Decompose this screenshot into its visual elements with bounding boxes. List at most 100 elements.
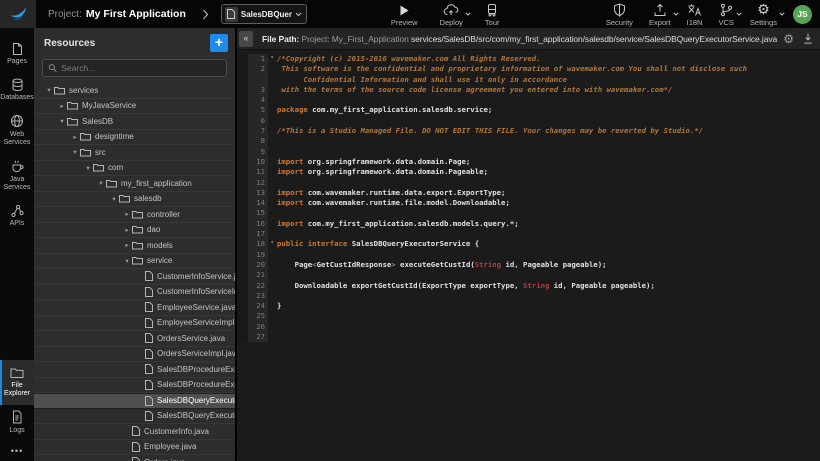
user-avatar[interactable]: JS	[793, 5, 812, 24]
code-line[interactable]: 26	[237, 322, 820, 332]
open-file-selector[interactable]: SalesDBQueryExec...	[221, 4, 307, 24]
tree-item[interactable]: SalesDBProcedureExecutorServiceImpl.java	[34, 378, 235, 394]
deploy-button[interactable]: Deploy	[440, 2, 463, 27]
settings-button[interactable]: ⚙ Settings	[750, 2, 777, 27]
code-line[interactable]: 1▾/*Copyright (c) 2015-2016 wavemaker.co…	[237, 54, 820, 64]
tree-item[interactable]: ▾services	[34, 83, 235, 99]
caret-down-icon[interactable]: ▾	[83, 164, 93, 172]
code-editor[interactable]: 1▾/*Copyright (c) 2015-2016 wavemaker.co…	[237, 50, 820, 461]
code-line[interactable]: 11import org.springframework.data.domain…	[237, 167, 820, 177]
caret-down-icon[interactable]: ▾	[96, 179, 106, 187]
code-line[interactable]: 2 This software is the confidential and …	[237, 64, 820, 74]
tree-item[interactable]: CustomerInfoService.java	[34, 269, 235, 285]
code-line[interactable]: 25	[237, 311, 820, 321]
resources-search[interactable]	[42, 59, 227, 77]
git-branch-icon	[719, 2, 733, 17]
code-line[interactable]: 15	[237, 208, 820, 218]
caret-right-icon[interactable]: ▸	[57, 102, 67, 110]
code-line[interactable]: 8	[237, 136, 820, 146]
code-line[interactable]: 27	[237, 332, 820, 342]
code-line[interactable]: 5package com.my_first_application.salesd…	[237, 105, 820, 115]
security-button[interactable]: Security	[606, 2, 633, 27]
wavemaker-logo[interactable]	[0, 0, 36, 28]
fold-marker-icon[interactable]: ▾	[270, 238, 274, 248]
tree-item[interactable]: CustomerInfoServiceImpl.java	[34, 285, 235, 301]
caret-down-icon[interactable]: ▾	[70, 148, 80, 156]
search-input[interactable]	[61, 63, 221, 73]
tree-item[interactable]: Employee.java	[34, 440, 235, 456]
code-line[interactable]: 7/*This is a Studio Managed File. DO NOT…	[237, 126, 820, 136]
collapse-panel-button[interactable]: «	[239, 31, 253, 47]
code-line[interactable]: 16import com.my_first_application.salesd…	[237, 219, 820, 229]
code-line[interactable]: 6	[237, 116, 820, 126]
code-line[interactable]: 21	[237, 270, 820, 280]
caret-down-icon[interactable]: ▾	[122, 257, 132, 265]
tree-item[interactable]: ▸models	[34, 238, 235, 254]
tree-item[interactable]: ▸designtime	[34, 130, 235, 146]
more-options-button[interactable]: •••	[0, 441, 34, 461]
add-resource-button[interactable]: +	[210, 34, 228, 52]
tree-item[interactable]: SalesDBQueryExecutorService.java	[34, 393, 235, 409]
code-line[interactable]: 3 with the terms of the source code lice…	[237, 85, 820, 95]
gear-icon[interactable]: ⚙	[783, 32, 794, 46]
sidebar-item-java-services[interactable]: Java Services	[0, 154, 34, 199]
code-line[interactable]: 13import com.wavemaker.runtime.data.expo…	[237, 188, 820, 198]
code-line[interactable]: Confidential Information and shall use i…	[237, 75, 820, 85]
i18n-button[interactable]: I18N	[687, 2, 703, 27]
code-line[interactable]: 19	[237, 250, 820, 260]
sidebar-item-web-services[interactable]: Web Services	[0, 109, 34, 154]
code-text: /*This is a Studio Managed File. DO NOT …	[268, 126, 820, 136]
tree-item[interactable]: CustomerInfo.java	[34, 424, 235, 440]
code-line[interactable]: 9	[237, 147, 820, 157]
gutter-strip	[237, 291, 248, 301]
tree-item[interactable]: SalesDBQueryExecutorServiceImpl.java	[34, 409, 235, 425]
caret-right-icon[interactable]: ▸	[70, 133, 80, 141]
caret-right-icon[interactable]: ▸	[122, 210, 132, 218]
tree-item[interactable]: ▾src	[34, 145, 235, 161]
tree-item[interactable]: ▸MyJavaService	[34, 99, 235, 115]
download-icon[interactable]	[802, 32, 814, 45]
file-path-value: services/SalesDB/src/com/my_first_applic…	[411, 34, 777, 44]
tree-item[interactable]: ▸controller	[34, 207, 235, 223]
tree-item[interactable]: ▾com	[34, 161, 235, 177]
vcs-button[interactable]: VCS	[718, 2, 733, 27]
tree-item[interactable]: OrdersServiceImpl.java	[34, 347, 235, 363]
sidebar-item-pages[interactable]: Pages	[0, 36, 34, 72]
code-line[interactable]: 17	[237, 229, 820, 239]
tree-item[interactable]: Orders.java	[34, 455, 235, 461]
tree-item-label: OrdersServiceImpl.java	[157, 349, 235, 358]
caret-down-icon[interactable]: ▾	[109, 195, 119, 203]
fold-marker-icon[interactable]: ▾	[270, 53, 274, 63]
code-line[interactable]: 18▾public interface SalesDBQueryExecutor…	[237, 239, 820, 249]
tour-button[interactable]: Tour	[485, 2, 500, 27]
tree-item[interactable]: EmployeeServiceImpl.java	[34, 316, 235, 332]
export-button[interactable]: Export	[649, 2, 671, 27]
tree-item[interactable]: ▾service	[34, 254, 235, 270]
code-line[interactable]: 22 Downloadable exportGetCustId(ExportTy…	[237, 281, 820, 291]
code-line[interactable]: 20 Page<GetCustIdResponse> executeGetCus…	[237, 260, 820, 270]
tree-item[interactable]: EmployeeService.java	[34, 300, 235, 316]
code-line[interactable]: 12	[237, 178, 820, 188]
sidebar-item-logs[interactable]: Logs	[0, 405, 34, 441]
line-number: 17	[248, 229, 268, 239]
sidebar-item-apis[interactable]: APIs	[0, 198, 34, 234]
code-line[interactable]: 4	[237, 95, 820, 105]
sidebar-item-databases[interactable]: Databases	[0, 72, 34, 108]
code-line[interactable]: 23	[237, 291, 820, 301]
tree-item[interactable]: ▸dao	[34, 223, 235, 239]
code-line[interactable]: 10import org.springframework.data.domain…	[237, 157, 820, 167]
code-line[interactable]: 14import com.wavemaker.runtime.file.mode…	[237, 198, 820, 208]
tree-item[interactable]: SalesDBProcedureExecutorService.java	[34, 362, 235, 378]
preview-button[interactable]: Preview	[391, 2, 418, 27]
code-line[interactable]: 24}	[237, 301, 820, 311]
tree-item[interactable]: ▾SalesDB	[34, 114, 235, 130]
tree-item[interactable]: OrdersService.java	[34, 331, 235, 347]
gutter-strip	[237, 250, 248, 260]
tree-item[interactable]: ▾my_first_application	[34, 176, 235, 192]
caret-right-icon[interactable]: ▸	[122, 226, 132, 234]
sidebar-item-file-explorer[interactable]: File Explorer	[0, 360, 34, 405]
caret-down-icon[interactable]: ▾	[57, 117, 67, 125]
tree-item[interactable]: ▾salesdb	[34, 192, 235, 208]
caret-right-icon[interactable]: ▸	[122, 241, 132, 249]
caret-down-icon[interactable]: ▾	[44, 86, 54, 94]
